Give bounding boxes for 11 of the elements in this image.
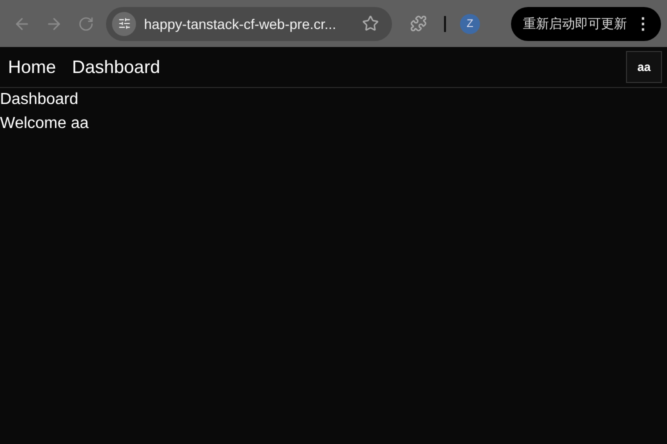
- url-text: happy-tanstack-cf-web-pre.cr...: [144, 16, 338, 32]
- nav-link[interactable]: Dashboard: [72, 56, 160, 78]
- address-bar[interactable]: happy-tanstack-cf-web-pre.cr...: [106, 6, 392, 40]
- user-button[interactable]: aa: [626, 51, 662, 83]
- welcome-text: Welcome aa: [0, 114, 90, 134]
- menu-icon[interactable]: ⋮: [635, 14, 651, 34]
- nav-link[interactable]: Home: [8, 56, 56, 78]
- profile-avatar[interactable]: Z: [460, 14, 480, 34]
- page-heading: Dashboard: [0, 90, 80, 110]
- site-settings-icon[interactable]: [112, 12, 136, 36]
- update-button[interactable]: 重新启动即可更新 ⋮: [511, 6, 661, 40]
